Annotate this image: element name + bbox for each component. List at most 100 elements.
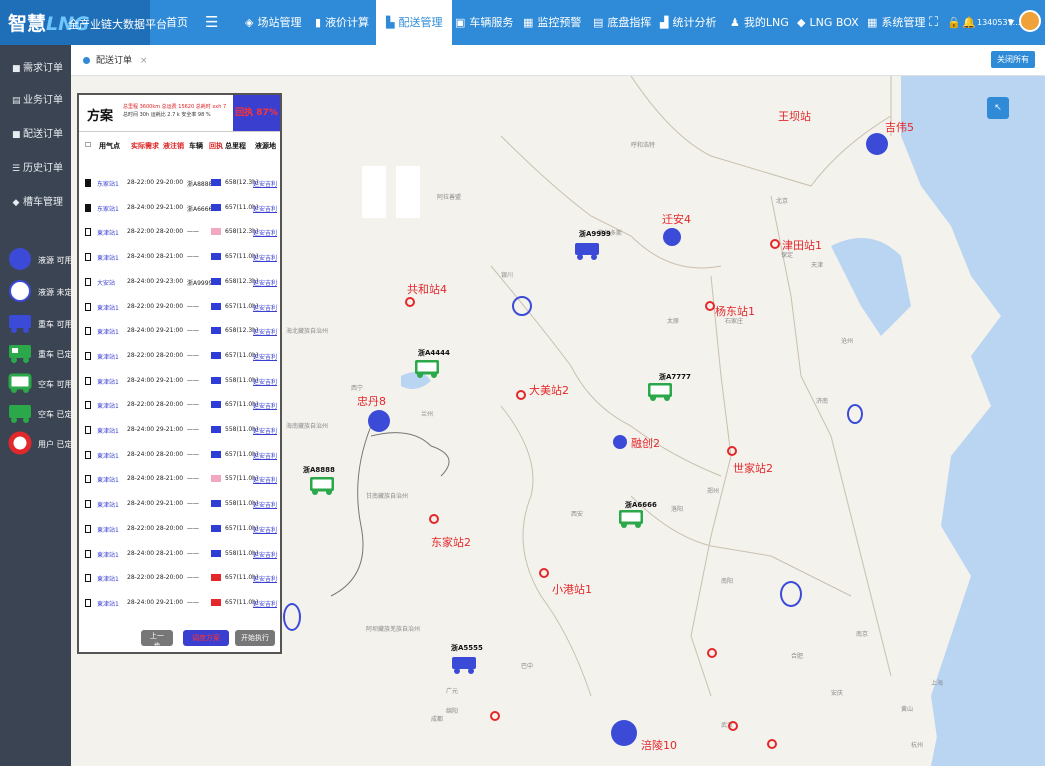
- row-source[interactable]: 延安吉利: [253, 253, 277, 262]
- green-truck-icon[interactable]: [310, 477, 334, 495]
- liquid-source-marker[interactable]: [611, 720, 637, 746]
- user-station-marker[interactable]: [429, 514, 439, 524]
- station-label[interactable]: 东家站2: [431, 534, 471, 550]
- row-checkbox[interactable]: [85, 327, 91, 336]
- nav-system-mgmt[interactable]: ▦ 系统管理: [867, 0, 925, 45]
- green-truck-icon[interactable]: [415, 360, 439, 378]
- fullscreen-icon[interactable]: ⛶: [929, 0, 938, 45]
- locate-button[interactable]: ↖: [987, 97, 1009, 119]
- menu-icon[interactable]: ☰: [205, 0, 218, 45]
- header-checkbox[interactable]: ☐: [85, 141, 91, 149]
- prev-step-button[interactable]: 上一步: [141, 630, 173, 650]
- dispatch-plan-button[interactable]: 调度方案: [183, 630, 229, 646]
- table-row[interactable]: 大安站 28-24:00 29-23:00 浙A9999 658(12.3h) 延安吉利: [79, 272, 280, 294]
- table-row[interactable]: 東津站1 28-24:00 29-21:00 —— 558(11.0h) 延安吉利: [79, 420, 280, 442]
- chevron-down-icon[interactable]: ▼: [1008, 0, 1014, 45]
- liquid-source-marker[interactable]: [613, 435, 627, 449]
- nav-vehicle-service[interactable]: ▣ 车辆服务: [455, 0, 513, 45]
- row-source[interactable]: 延安吉利: [253, 228, 277, 237]
- nav-monitor[interactable]: ▦ 监控预警: [523, 0, 581, 45]
- nav-price-calc[interactable]: ▮ 液价计算: [315, 0, 369, 45]
- user-station-marker[interactable]: [705, 301, 715, 311]
- station-label[interactable]: 涪陵10: [641, 737, 677, 753]
- nav-delivery-mgmt[interactable]: ▙ 配送管理: [376, 0, 453, 45]
- row-checkbox[interactable]: [85, 277, 91, 286]
- avatar[interactable]: [1019, 10, 1041, 32]
- blue-truck-icon[interactable]: [452, 656, 476, 674]
- table-row[interactable]: 東津站1 28-24:00 28-21:00 —— 657(11.0h) 延安吉利: [79, 247, 280, 269]
- liquid-source-undecided-marker[interactable]: [780, 581, 802, 607]
- row-source[interactable]: 延安吉利: [253, 327, 277, 336]
- close-icon[interactable]: ×: [140, 56, 148, 66]
- table-row[interactable]: 東津站1 28-24:00 29-21:00 —— 558(11.0h) 延安吉利: [79, 494, 280, 516]
- row-source[interactable]: 延安吉利: [253, 401, 277, 410]
- nav-home[interactable]: 首页: [166, 0, 188, 45]
- row-source[interactable]: 延安吉利: [253, 550, 277, 559]
- liquid-source-marker[interactable]: [663, 228, 681, 246]
- blue-truck-icon[interactable]: [575, 242, 599, 260]
- station-label[interactable]: 吉伟5: [885, 119, 914, 135]
- station-label[interactable]: 王坝站: [778, 108, 811, 124]
- start-execute-button[interactable]: 开始执行: [235, 630, 275, 646]
- station-label[interactable]: 杨东站1: [715, 303, 755, 319]
- table-row[interactable]: 東津站1 28-22:00 28-20:00 —— 658(12.3h) 延安吉利: [79, 222, 280, 244]
- close-all-button[interactable]: 关闭所有: [991, 51, 1035, 68]
- user-station-marker[interactable]: [707, 648, 717, 658]
- row-checkbox[interactable]: [85, 376, 91, 385]
- row-checkbox[interactable]: [85, 574, 91, 583]
- table-row[interactable]: 東津站1 28-24:00 28-20:00 —— 657(11.0h) 延安吉利: [79, 445, 280, 467]
- user-station-marker[interactable]: [539, 568, 549, 578]
- row-source[interactable]: 延安吉利: [253, 525, 277, 534]
- row-checkbox[interactable]: [85, 549, 91, 558]
- row-source[interactable]: 延安吉利: [253, 303, 277, 312]
- row-source[interactable]: 延安吉利: [253, 426, 277, 435]
- row-checkbox[interactable]: [85, 228, 91, 237]
- station-label[interactable]: 共和站4: [407, 281, 447, 297]
- lock-icon[interactable]: 🔒: [947, 0, 961, 45]
- sidebar-item-business-orders[interactable]: ▤ 业务订单: [0, 91, 71, 115]
- green-truck-icon[interactable]: [648, 383, 672, 401]
- row-source[interactable]: 延安吉利: [253, 377, 277, 386]
- user-station-marker[interactable]: [405, 297, 415, 307]
- row-source[interactable]: 延安吉利: [253, 352, 277, 361]
- row-checkbox[interactable]: [85, 351, 91, 360]
- station-label[interactable]: 忠丹8: [357, 393, 386, 409]
- row-checkbox[interactable]: [85, 450, 91, 459]
- liquid-source-undecided-marker[interactable]: [847, 404, 863, 424]
- sidebar-item-delivery-orders[interactable]: ■ 配送订单: [0, 125, 71, 149]
- nav-my-lng[interactable]: ♟ 我的LNG: [730, 0, 789, 45]
- row-checkbox[interactable]: [85, 302, 91, 311]
- table-row[interactable]: 東津站1 28-22:00 29-20:00 —— 657(11.0h) 延安吉利: [79, 297, 280, 319]
- table-row[interactable]: 東津站1 28-22:00 28-20:00 —— 657(11.0h) 延安吉利: [79, 568, 280, 590]
- table-row[interactable]: 東津站1 28-24:00 28-21:00 —— 557(11.0h) 延安吉利: [79, 469, 280, 491]
- tab-delivery-orders[interactable]: 配送订单 ×: [83, 53, 148, 66]
- liquid-source-marker[interactable]: [368, 410, 390, 432]
- row-checkbox[interactable]: [85, 253, 91, 262]
- sidebar-item-tanker-mgmt[interactable]: ◆ 槽车管理: [0, 193, 71, 217]
- table-row[interactable]: 東津站1 28-24:00 28-21:00 —— 558(11.0h) 延安吉利: [79, 544, 280, 566]
- table-row[interactable]: 东家站1 28-22:00 29-20:00 浙A8888 658(12.3h) 延安吉…: [79, 173, 280, 195]
- table-row[interactable]: 東津站1 28-22:00 28-20:00 —— 657(11.0h) 延安吉利: [79, 519, 280, 541]
- station-label[interactable]: 津田站1: [782, 237, 822, 253]
- row-source[interactable]: 延安吉利: [253, 574, 277, 583]
- liquid-source-marker[interactable]: [866, 133, 888, 155]
- liquid-source-undecided-marker[interactable]: [512, 296, 532, 316]
- liquid-source-undecided-marker[interactable]: [283, 603, 301, 631]
- table-row[interactable]: 东家站1 28-24:00 29-21:00 浙A6666 657(11.0h) 延安吉…: [79, 198, 280, 220]
- row-source[interactable]: 延安吉利: [253, 278, 277, 287]
- station-label[interactable]: 融创2: [631, 435, 660, 451]
- row-checkbox[interactable]: [85, 475, 91, 484]
- station-label[interactable]: 小港站1: [552, 581, 592, 597]
- nav-statistics[interactable]: ▟ 统计分析: [660, 0, 716, 45]
- nav-command[interactable]: ▤ 底盘指挥: [593, 0, 651, 45]
- row-source[interactable]: 延安吉利: [253, 599, 277, 608]
- station-label[interactable]: 大美站2: [529, 382, 569, 398]
- row-checkbox[interactable]: [85, 179, 91, 187]
- row-checkbox[interactable]: [85, 426, 91, 434]
- table-row[interactable]: 東津站1 28-24:00 29-21:00 —— 657(11.0h) 延安吉利: [79, 593, 280, 615]
- row-source[interactable]: 延安吉利: [253, 179, 277, 188]
- sidebar-item-demand-orders[interactable]: ■ 需求订单: [0, 59, 71, 83]
- green-truck-icon[interactable]: [619, 510, 643, 528]
- station-label[interactable]: 世家站2: [733, 460, 773, 476]
- table-row[interactable]: 東津站1 28-24:00 29-21:00 —— 658(12.3h) 延安吉利: [79, 321, 280, 343]
